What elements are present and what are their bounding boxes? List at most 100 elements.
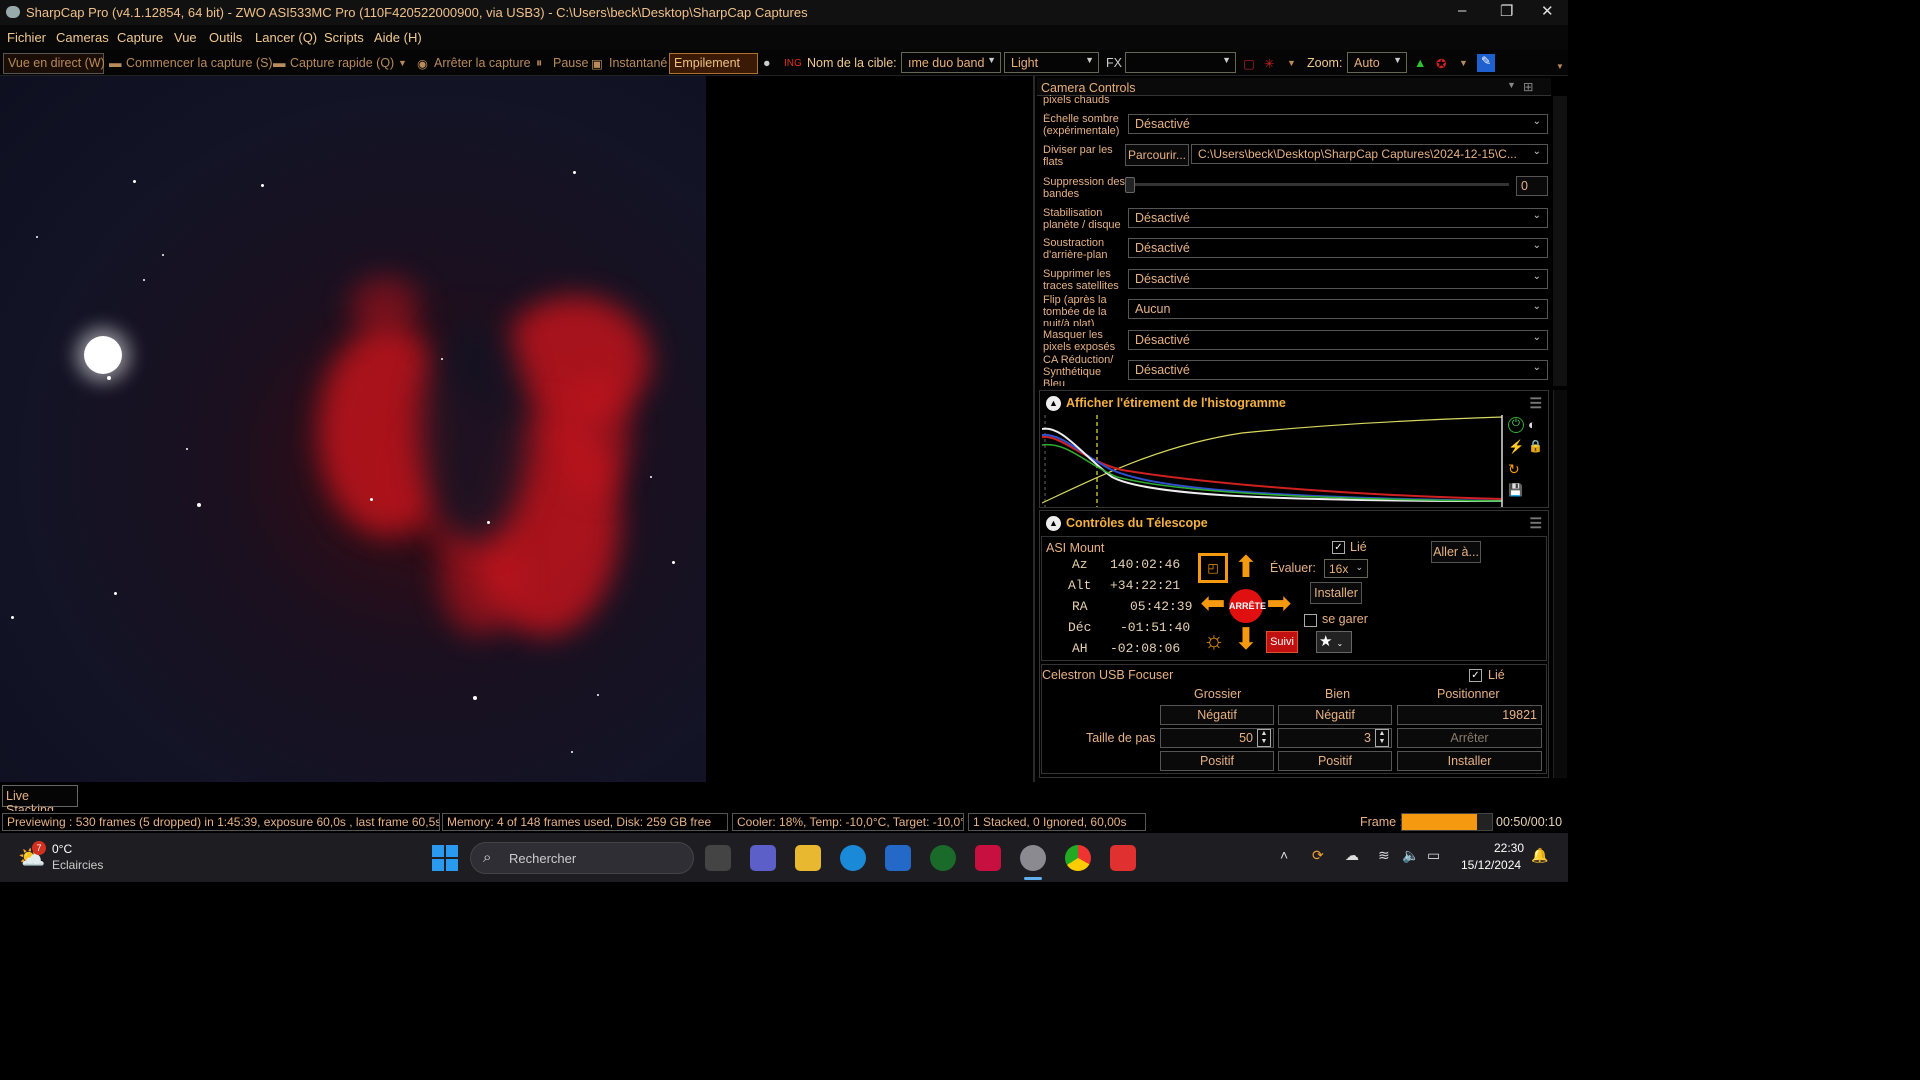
start-capture-button[interactable]: Commencer la capture (S) [126, 56, 273, 70]
flip-select[interactable]: Aucun ⌄ [1128, 299, 1548, 319]
arrow-left-icon[interactable]: ⬅ [1197, 589, 1229, 619]
ca-reduction-select[interactable]: Désactivé ⌄ [1128, 360, 1548, 380]
camera-controls-scrollbar[interactable] [1553, 96, 1567, 386]
quick-capture-button[interactable]: Capture rapide (Q) [290, 56, 394, 70]
sun-icon[interactable]: ☼ [1200, 627, 1228, 655]
fine-negative-button[interactable]: Négatif [1278, 705, 1392, 725]
arrow-down-icon[interactable]: ⬇ [1230, 625, 1262, 655]
windows-start-icon[interactable] [432, 845, 458, 871]
linked-checkbox[interactable]: ✓ [1332, 541, 1345, 554]
menu-icon[interactable]: ☰ [1529, 395, 1542, 412]
chevron-down-icon[interactable]: ▼ [1459, 58, 1468, 68]
coarse-stepper-icon[interactable]: ▲ ▼ [1257, 729, 1271, 747]
focuser-linked-checkbox[interactable]: ✓ [1469, 669, 1482, 682]
wifi-icon[interactable]: ≋ [1378, 847, 1390, 864]
fx-select[interactable]: ▼ [1125, 52, 1236, 73]
edge-icon[interactable] [840, 845, 866, 871]
stop-button[interactable]: ARRÊTE [1229, 589, 1266, 623]
chevron-down-icon[interactable]: ▼ [1507, 80, 1516, 90]
chevron-down-icon[interactable]: ▼ [1287, 58, 1296, 68]
circle-icon[interactable]: ● [763, 56, 771, 70]
telescope-header[interactable]: ▲ Contrôles du Télescope ☰ [1040, 511, 1548, 535]
menu-lancer[interactable]: Lancer (Q) [255, 30, 317, 45]
stabilisation-select[interactable]: Désactivé ⌄ [1128, 208, 1548, 228]
banding-value[interactable]: 0 [1516, 176, 1548, 196]
banding-slider[interactable] [1129, 183, 1509, 186]
star-icon[interactable]: ★ ⌄ [1316, 631, 1352, 653]
menu-capture[interactable]: Capture [117, 30, 163, 45]
stacking-button[interactable]: Empilement [669, 53, 758, 74]
collapse-icon[interactable]: ▲ [1046, 516, 1061, 531]
focus-icon[interactable]: ✪ [1436, 56, 1446, 71]
notification-bell-icon[interactable]: 🔔 [1531, 847, 1548, 864]
rate-select[interactable]: 16x ⌄ [1324, 559, 1368, 578]
goto-button[interactable]: Aller à... [1431, 541, 1481, 563]
menu-icon[interactable]: ☰ [1529, 515, 1542, 532]
file-explorer-icon[interactable] [795, 845, 821, 871]
tracking-button[interactable]: Suivi [1266, 631, 1298, 653]
teams-icon[interactable] [750, 845, 776, 871]
frame-type-select[interactable]: Light ▼ [1004, 52, 1099, 73]
fine-positive-button[interactable]: Positif [1278, 751, 1392, 771]
minimize-button[interactable]: – [1458, 2, 1466, 19]
histogram-header[interactable]: ▲ Afficher l'étirement de l'histogramme … [1040, 391, 1548, 415]
phd-guiding-icon[interactable] [930, 845, 956, 871]
spiral-search-icon[interactable]: ◰ [1198, 553, 1228, 583]
save-icon[interactable]: 💾 [1508, 483, 1524, 499]
satellite-trails-select[interactable]: Désactivé ⌄ [1128, 269, 1548, 289]
collapse-icon[interactable]: ▲ [1046, 396, 1061, 411]
lightning-icon[interactable]: ⚡ [1508, 439, 1524, 455]
live-view-button[interactable]: Vue en direct (W) [3, 53, 105, 74]
search-box[interactable]: ⌕ Rechercher [470, 842, 694, 874]
browse-button[interactable]: Parcourir... [1125, 144, 1189, 166]
square-icon[interactable]: ▢ [1243, 56, 1255, 71]
menu-outils[interactable]: Outils [209, 30, 242, 45]
lock-icon[interactable]: 🔒 [1528, 439, 1544, 455]
image-viewer[interactable] [0, 76, 706, 782]
target-name-input[interactable]: ıme duo band ▼ [901, 52, 1001, 73]
chevron-up-icon[interactable]: ˄ [1280, 847, 1288, 863]
chrome-icon[interactable] [1065, 845, 1091, 871]
cloud-icon[interactable]: ☁ [1345, 847, 1359, 864]
maximize-button[interactable]: ❐ [1500, 2, 1513, 20]
menu-vue[interactable]: Vue [174, 30, 197, 45]
background-subtraction-select[interactable]: Désactivé ⌄ [1128, 238, 1548, 258]
app-red-icon[interactable] [975, 845, 1001, 871]
power-icon[interactable]: ⏻ [1508, 417, 1524, 433]
mask-pixels-select[interactable]: Désactivé ⌄ [1128, 330, 1548, 350]
menu-cameras[interactable]: Cameras [56, 30, 109, 45]
battery-icon[interactable]: ▭ [1427, 847, 1440, 864]
reset-icon[interactable]: ↻ [1508, 461, 1524, 477]
contrast-icon[interactable]: ◐ [1528, 417, 1544, 433]
park-checkbox[interactable] [1304, 614, 1317, 627]
pin-icon[interactable]: ⊞ [1523, 79, 1533, 94]
pause-button[interactable]: Pause [553, 56, 588, 70]
overflow-chevron-icon[interactable]: ▼ [1556, 62, 1564, 71]
zoom-select[interactable]: Auto ▼ [1347, 52, 1407, 73]
focuser-stop-button[interactable]: Arrêter [1397, 728, 1542, 748]
clock-date[interactable]: 15/12/2024 [1461, 858, 1521, 872]
close-button[interactable]: ✕ [1541, 2, 1554, 20]
flats-path-select[interactable]: C:\Users\beck\Desktop\SharpCap Captures\… [1191, 144, 1548, 164]
clock-time[interactable]: 22:30 [1494, 841, 1524, 855]
arrow-right-icon[interactable]: ➡ [1263, 589, 1295, 619]
coarse-positive-button[interactable]: Positif [1160, 751, 1274, 771]
panel-scrollbar[interactable] [1553, 390, 1567, 778]
arrow-up-icon[interactable]: ⬆ [1230, 553, 1262, 583]
dark-scale-select[interactable]: Désactivé ⌄ [1128, 114, 1548, 134]
coarse-negative-button[interactable]: Négatif [1160, 705, 1274, 725]
chevron-down-icon[interactable]: ▼ [398, 58, 407, 68]
histogram-icon[interactable]: ▲ [1414, 56, 1426, 70]
menu-aide[interactable]: Aide (H) [374, 30, 422, 45]
reticle-icon[interactable]: ✳ [1264, 56, 1274, 71]
volume-icon[interactable]: 🔈 [1402, 847, 1419, 864]
banding-slider-handle[interactable] [1125, 177, 1135, 193]
menu-scripts[interactable]: Scripts [324, 30, 364, 45]
live-stacking-tab[interactable]: Live Stacking [2, 785, 78, 817]
sync-icon[interactable]: ⟳ [1312, 847, 1324, 864]
sharpcap-icon[interactable] [1020, 845, 1046, 871]
histogram-chart[interactable] [1042, 415, 1504, 507]
task-view-icon[interactable] [705, 845, 731, 871]
snapshot-button[interactable]: Instantané [609, 56, 667, 70]
stop-capture-button[interactable]: Arrêter la capture [434, 56, 531, 70]
